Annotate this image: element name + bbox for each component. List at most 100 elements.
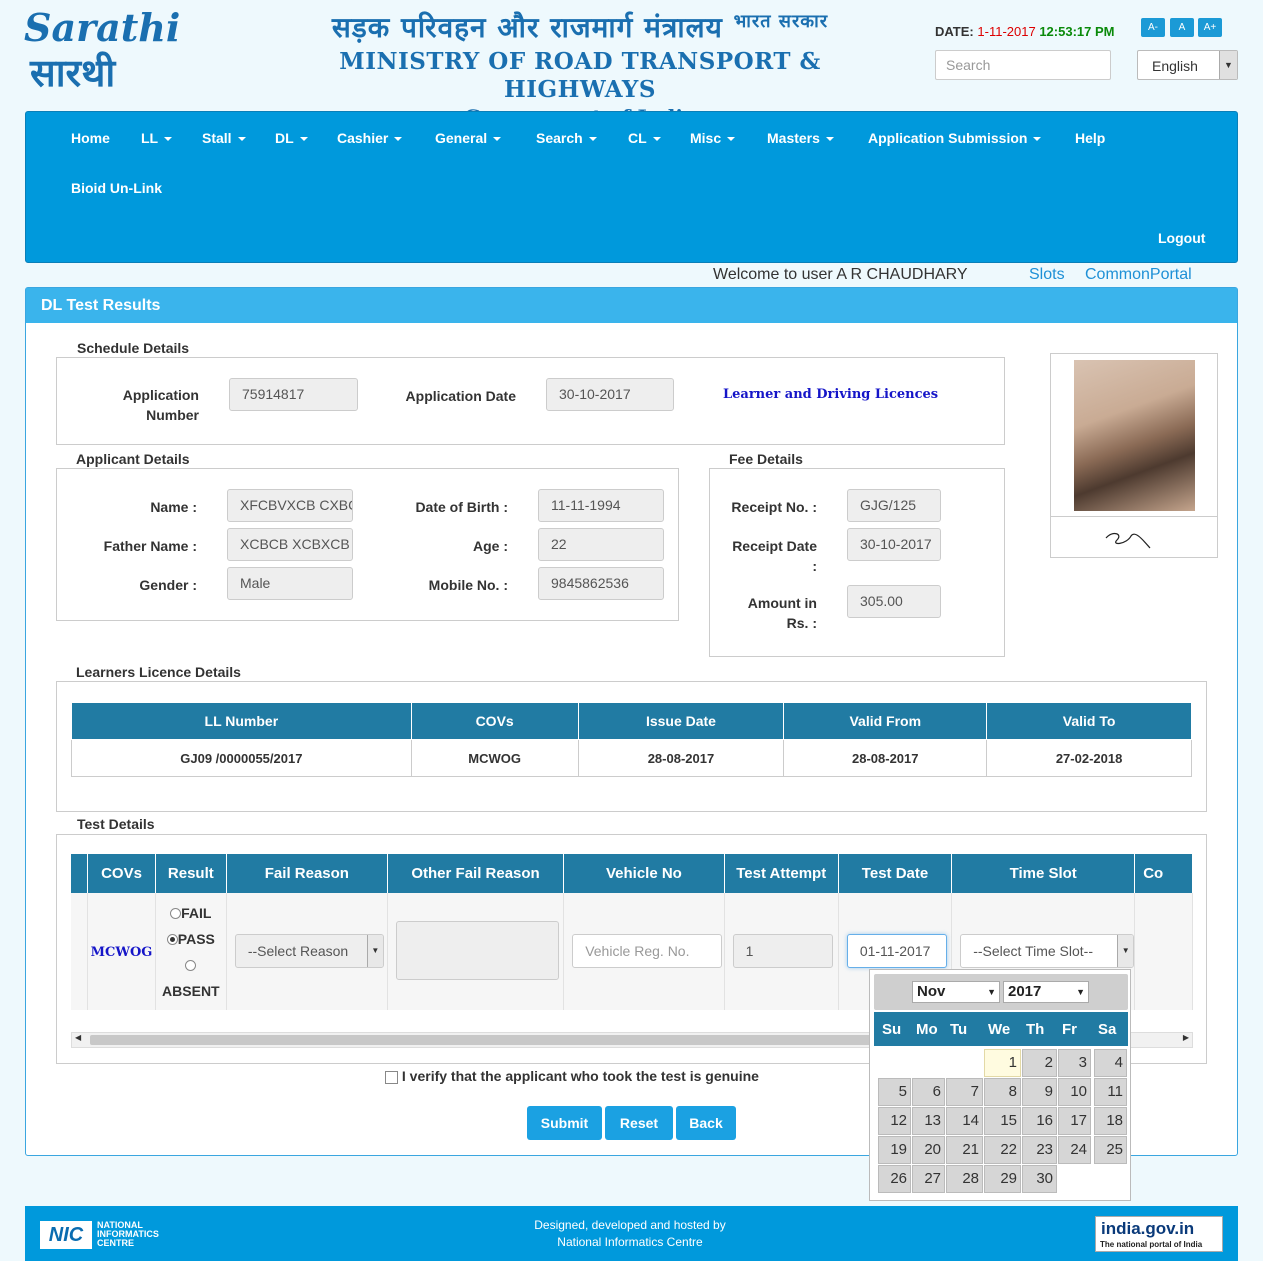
time-value: 12:53:17 PM: [1039, 24, 1115, 39]
language-value: English: [1152, 58, 1198, 74]
font-normal-button[interactable]: A: [1170, 18, 1194, 37]
weekday-label: Tu: [950, 1021, 968, 1038]
fail-radio-icon[interactable]: [170, 908, 182, 920]
weekday-header: Su Mo Tu We Th Fr Sa: [874, 1012, 1128, 1046]
issue-date-cell: 28-08-2017: [577, 739, 785, 777]
search-placeholder: Search: [946, 57, 991, 73]
father-name-field: XCBCB XCBXCB: [227, 528, 353, 561]
weekday-label: Th: [1026, 1021, 1045, 1038]
nav-ll[interactable]: LL: [141, 130, 173, 146]
nav-masters[interactable]: Masters: [767, 130, 834, 146]
font-increase-button[interactable]: A+: [1198, 18, 1222, 37]
calendar-day[interactable]: 18: [1094, 1107, 1127, 1135]
calendar-day[interactable]: 17: [1058, 1107, 1091, 1135]
weekday-label: Fr: [1062, 1021, 1077, 1038]
calendar-day[interactable]: 9: [1022, 1078, 1057, 1106]
submit-button[interactable]: Submit: [527, 1106, 602, 1140]
nav-cashier[interactable]: Cashier: [337, 130, 403, 146]
calendar-day[interactable]: 29: [984, 1165, 1021, 1193]
chevron-down-icon: ▼: [1117, 935, 1134, 967]
calendar-day[interactable]: 6: [912, 1078, 945, 1106]
amount-field: 305.00: [847, 585, 941, 618]
pass-radio-icon[interactable]: [166, 934, 178, 946]
calendar-day[interactable]: 23: [1022, 1136, 1057, 1164]
scroll-left-icon[interactable]: ◀: [75, 1033, 81, 1042]
font-decrease-button[interactable]: A-: [1141, 18, 1165, 37]
caret-down-icon: [164, 137, 173, 142]
hindi-title: सड़क परिवहन और राजमार्ग मंत्रालय: [331, 11, 723, 44]
calendar-day[interactable]: 16: [1022, 1107, 1057, 1135]
table-row: GJ09 /0000055/2017 MCWOG 28-08-2017 28-0…: [71, 739, 1192, 777]
nav-general[interactable]: General: [435, 130, 502, 146]
calendar-day[interactable]: 11: [1094, 1078, 1127, 1106]
calendar-day[interactable]: 13: [912, 1107, 945, 1135]
calendar-day[interactable]: 25: [1094, 1136, 1127, 1164]
covs-header: COVs: [410, 702, 579, 740]
absent-radio[interactable]: ABSENT: [156, 952, 226, 1004]
nav-bioid-unlink[interactable]: Bioid Un-Link: [71, 180, 162, 196]
calendar-day[interactable]: 4: [1094, 1049, 1127, 1077]
time-slot-select[interactable]: --Select Time Slot-- ▼: [960, 934, 1135, 968]
co-header: Co: [1134, 854, 1193, 893]
pass-radio[interactable]: PASS: [156, 926, 226, 952]
nav-home[interactable]: Home: [71, 130, 110, 146]
scrollbar-thumb[interactable]: [90, 1035, 890, 1045]
search-input[interactable]: Search: [935, 50, 1111, 80]
date-label: DATE:: [935, 24, 974, 39]
fail-radio[interactable]: FAIL: [156, 900, 226, 926]
caret-down-icon: [727, 137, 736, 142]
calendar-day[interactable]: 5: [878, 1078, 911, 1106]
calendar-day[interactable]: 21: [946, 1136, 983, 1164]
calendar-day[interactable]: 28: [946, 1165, 983, 1193]
calendar-day[interactable]: 22: [984, 1136, 1021, 1164]
language-select[interactable]: English ▼: [1137, 50, 1238, 80]
nav-stall[interactable]: Stall: [202, 130, 246, 146]
nav-search[interactable]: Search: [536, 130, 597, 146]
calendar-day[interactable]: 27: [912, 1165, 945, 1193]
slots-link[interactable]: Slots: [1029, 266, 1065, 284]
caret-down-icon: [652, 137, 661, 142]
calendar-day[interactable]: 24: [1058, 1136, 1091, 1164]
calendar-day[interactable]: 2: [1022, 1049, 1057, 1077]
india-portal-logo[interactable]: india.gov.in The national portal of Indi…: [1095, 1216, 1223, 1252]
calendar-day[interactable]: 8: [984, 1078, 1021, 1106]
verify-checkbox[interactable]: [385, 1070, 398, 1084]
name-label: Name :: [150, 499, 197, 515]
date-value: 1-11-2017: [977, 24, 1036, 39]
scroll-right-icon[interactable]: ▶: [1183, 1033, 1189, 1042]
year-select[interactable]: 2017 ▼: [1003, 981, 1089, 1003]
reset-button[interactable]: Reset: [605, 1106, 673, 1140]
calendar-day[interactable]: 20: [912, 1136, 945, 1164]
calendar-day[interactable]: 26: [878, 1165, 911, 1193]
month-select[interactable]: Nov ▼: [912, 981, 1000, 1003]
absent-radio-icon[interactable]: [185, 960, 197, 972]
panel-title: DL Test Results: [26, 288, 1237, 323]
calendar-day[interactable]: 30: [1022, 1165, 1057, 1193]
common-portal-link[interactable]: CommonPortal: [1085, 266, 1192, 284]
fail-reason-select[interactable]: --Select Reason ▼: [234, 934, 384, 968]
valid-from-header: Valid From: [783, 702, 988, 740]
nav-dl[interactable]: DL: [275, 130, 308, 146]
date-picker[interactable]: Nov ▼ 2017 ▼ Su Mo Tu We Th Fr Sa 1 2 3 4 5 6 7 8 9 10 11 1…: [869, 969, 1131, 1201]
nav-logout[interactable]: Logout: [1158, 230, 1205, 246]
application-date-label: Application Date: [405, 388, 516, 404]
calendar-day[interactable]: 14: [946, 1107, 983, 1135]
calendar-day[interactable]: 3: [1058, 1049, 1091, 1077]
logo-hindi: सारथी: [30, 50, 116, 95]
calendar-day[interactable]: 12: [878, 1107, 911, 1135]
calendar-day[interactable]: 1: [984, 1049, 1021, 1077]
nav-cl[interactable]: CL: [628, 130, 661, 146]
nav-application-submission[interactable]: Application Submission: [868, 130, 1042, 146]
age-label: Age :: [473, 538, 508, 554]
calendar-day[interactable]: 10: [1058, 1078, 1091, 1106]
nav-misc[interactable]: Misc: [690, 130, 736, 146]
other-fail-reason-textarea[interactable]: [395, 921, 559, 980]
verify-checkbox-row[interactable]: I verify that the applicant who took the…: [385, 1068, 759, 1084]
calendar-day[interactable]: 7: [946, 1078, 983, 1106]
nav-help[interactable]: Help: [1075, 130, 1105, 146]
back-button[interactable]: Back: [676, 1106, 736, 1140]
test-date-input[interactable]: 01-11-2017: [846, 934, 947, 968]
calendar-day[interactable]: 15: [984, 1107, 1021, 1135]
calendar-day[interactable]: 19: [878, 1136, 911, 1164]
vehicle-no-input[interactable]: Vehicle Reg. No.: [572, 934, 723, 968]
